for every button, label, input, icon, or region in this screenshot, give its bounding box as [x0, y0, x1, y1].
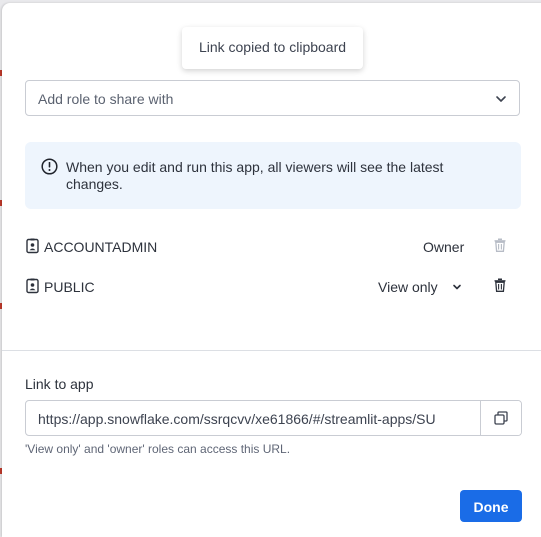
- person-badge-icon: [26, 238, 39, 259]
- link-url[interactable]: https://app.snowflake.com/ssrqcvv/xe6186…: [38, 411, 468, 427]
- role-access-label: View only: [378, 279, 438, 295]
- role-name: ACCOUNTADMIN: [44, 239, 158, 255]
- trash-icon[interactable]: [494, 278, 506, 297]
- toast-text: Link copied to clipboard: [198, 39, 347, 55]
- role-access-label: Owner: [423, 239, 465, 255]
- link-hint: 'View only' and 'owner' roles can access…: [25, 442, 291, 456]
- role-select-placeholder: Add role to share with: [38, 91, 174, 107]
- role-row: ACCOUNTADMIN Owner: [26, 237, 516, 257]
- done-button[interactable]: Done: [460, 490, 522, 522]
- info-banner: When you edit and run this app, all view…: [25, 142, 521, 209]
- section-divider: [2, 350, 541, 351]
- link-field[interactable]: https://app.snowflake.com/ssrqcvv/xe6186…: [25, 400, 522, 436]
- info-circle-icon: [41, 158, 58, 180]
- role-access-dropdown[interactable]: View only: [378, 279, 462, 295]
- chevron-down-icon: [495, 92, 507, 110]
- role-row: PUBLIC View only: [26, 277, 516, 297]
- chevron-down-icon: [452, 279, 462, 295]
- copy-icon: [494, 411, 508, 425]
- trash-icon: [494, 238, 506, 257]
- info-banner-text: When you edit and run this app, all view…: [66, 159, 444, 192]
- link-label: Link to app: [25, 376, 94, 392]
- role-select[interactable]: Add role to share with: [25, 80, 520, 116]
- toast-notification: Link copied to clipboard: [182, 27, 363, 69]
- person-badge-icon: [26, 278, 39, 299]
- copy-link-button[interactable]: [480, 401, 521, 435]
- role-name: PUBLIC: [44, 279, 95, 295]
